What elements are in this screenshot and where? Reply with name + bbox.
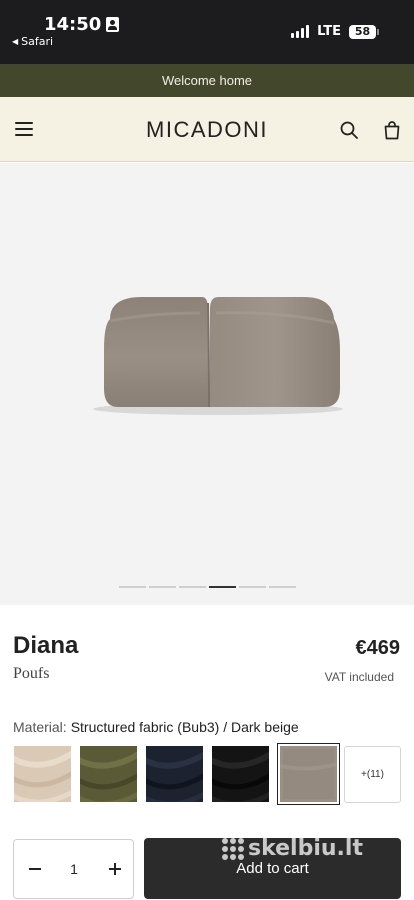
gallery-dot[interactable] — [149, 586, 176, 588]
network-type: LTE — [317, 24, 341, 39]
vat-note: VAT included — [324, 670, 394, 684]
product-price: €469 — [355, 637, 401, 659]
gallery-dot[interactable] — [239, 586, 266, 588]
material-value: Structured fabric (Bub3) / Dark beige — [70, 719, 299, 735]
status-bar: 14:50 ◀ Safari LTE 58 — [0, 0, 414, 64]
status-time: 14:50 — [44, 14, 120, 35]
gallery-dot[interactable] — [119, 586, 146, 588]
material-label: Material: — [13, 719, 67, 735]
back-to-app-link[interactable]: ◀ Safari — [12, 35, 53, 48]
status-time-text: 14:50 — [44, 14, 102, 35]
status-indicators: LTE 58 — [291, 24, 379, 39]
back-app-label: Safari — [21, 35, 54, 48]
quantity-stepper: 1 — [13, 839, 134, 899]
swatch-olive-green[interactable] — [80, 746, 137, 802]
gallery-dot[interactable] — [269, 586, 296, 588]
battery-icon: 58 — [349, 24, 379, 39]
quantity-value[interactable]: 1 — [64, 861, 84, 877]
add-to-cart-button[interactable]: Add to cart — [144, 838, 401, 899]
gallery-pagination[interactable] — [119, 586, 296, 588]
gallery-dot[interactable] — [179, 586, 206, 588]
plus-icon[interactable] — [106, 860, 124, 878]
more-swatches-button[interactable]: +(11) — [344, 746, 401, 803]
minus-icon[interactable] — [26, 860, 44, 878]
signal-icon — [291, 25, 310, 38]
site-header: MICADONI — [0, 97, 414, 162]
menu-icon[interactable] — [15, 122, 33, 136]
swatch-navy-blue[interactable] — [146, 746, 203, 802]
material-info: Material: Structured fabric (Bub3) / Dark… — [13, 719, 299, 735]
swatch-black[interactable] — [212, 746, 269, 802]
product-image — [93, 297, 343, 415]
id-card-icon — [106, 17, 120, 32]
gallery-dot-active[interactable] — [209, 586, 236, 588]
search-icon[interactable] — [339, 120, 359, 140]
back-arrow-icon: ◀ — [12, 37, 19, 46]
announcement-bar: Welcome home — [0, 64, 414, 97]
bag-icon[interactable] — [382, 120, 402, 140]
product-name: Diana — [13, 632, 79, 659]
swatch-light-beige[interactable] — [14, 746, 71, 802]
swatch-dark-beige-selected[interactable] — [277, 743, 340, 805]
product-gallery[interactable] — [0, 163, 414, 605]
product-category: Poufs — [13, 665, 50, 682]
